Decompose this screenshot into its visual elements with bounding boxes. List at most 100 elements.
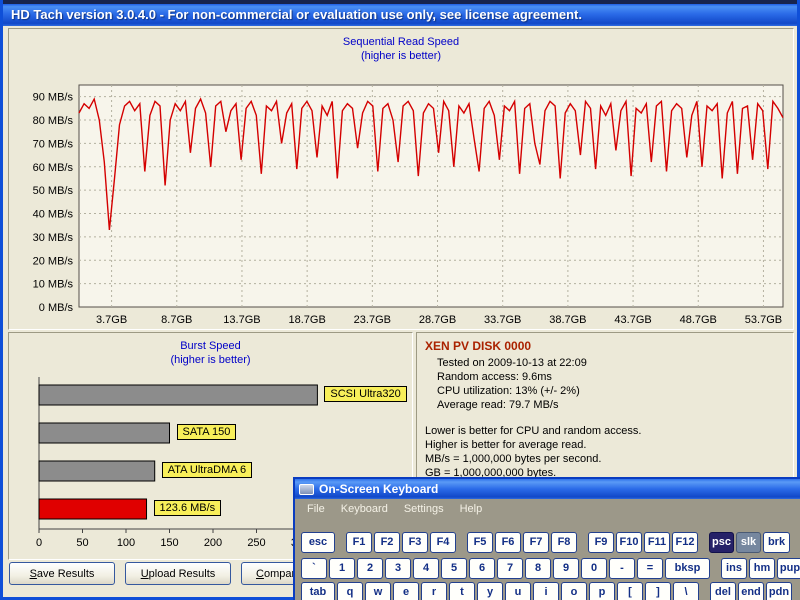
seq-x-tick-label: 33.7GB — [484, 314, 521, 326]
osk-key-F11[interactable]: F11 — [644, 532, 670, 553]
osk-key-F6[interactable]: F6 — [495, 532, 521, 553]
osk-key-F10[interactable]: F10 — [616, 532, 642, 553]
osk-key-9[interactable]: 9 — [553, 558, 579, 579]
osk-title: On-Screen Keyboard — [319, 479, 438, 499]
drive-detail-line: CPU utilization: 13% (+/- 2%) — [437, 384, 785, 398]
seq-x-tick-label: 53.7GB — [745, 314, 782, 326]
osk-key-t[interactable]: t — [449, 582, 475, 600]
seq-y-tick-label: 10 MB/s — [33, 279, 74, 291]
osk-key-][interactable]: ] — [645, 582, 671, 600]
osk-key-ins[interactable]: ins — [721, 558, 747, 579]
osk-key-=[interactable]: = — [637, 558, 663, 579]
info-note-line: Lower is better for CPU and random acces… — [425, 424, 785, 438]
osk-menu-help[interactable]: Help — [452, 501, 491, 517]
osk-key-4[interactable]: 4 — [413, 558, 439, 579]
osk-titlebar[interactable]: On-Screen Keyboard — [295, 479, 800, 499]
osk-key-esc[interactable]: esc — [301, 532, 335, 553]
osk-key-bksp[interactable]: bksp — [665, 558, 710, 579]
osk-key-F8[interactable]: F8 — [551, 532, 577, 553]
osk-key-2[interactable]: 2 — [357, 558, 383, 579]
info-note-line: MB/s = 1,000,000 bytes per second. — [425, 452, 785, 466]
hdtach-titlebar[interactable]: HD Tach version 3.0.4.0 - For non-commer… — [3, 0, 797, 26]
osk-key-F4[interactable]: F4 — [430, 532, 456, 553]
osk-key-i[interactable]: i — [533, 582, 559, 600]
seq-y-tick-label: 50 MB/s — [33, 185, 74, 197]
burst-chart-subtitle: (higher is better) — [9, 354, 412, 366]
drive-detail-line: Tested on 2009-10-13 at 22:09 — [437, 356, 785, 370]
osk-key-F9[interactable]: F9 — [588, 532, 614, 553]
osk-key-5[interactable]: 5 — [441, 558, 467, 579]
seq-plot-area — [79, 85, 783, 307]
osk-key--[interactable]: - — [609, 558, 635, 579]
burst-bar — [39, 423, 170, 443]
osk-key-tab[interactable]: tab — [301, 582, 335, 600]
osk-key-psc[interactable]: psc — [709, 532, 734, 553]
drive-detail-line: Average read: 79.7 MB/s — [437, 398, 785, 412]
sequential-read-panel: 3.7GB8.7GB13.7GB18.7GB23.7GB28.7GB33.7GB… — [8, 28, 794, 330]
burst-x-tick-label: 150 — [160, 537, 178, 549]
osk-key-F7[interactable]: F7 — [523, 532, 549, 553]
osk-key-\[interactable]: \ — [673, 582, 699, 600]
osk-key-u[interactable]: u — [505, 582, 531, 600]
drive-details: Tested on 2009-10-13 at 22:09Random acce… — [425, 356, 785, 412]
burst-x-tick-label: 50 — [76, 537, 88, 549]
keyboard-icon — [299, 484, 314, 495]
osk-key-end[interactable]: end — [738, 582, 764, 600]
save-results-button[interactable]: Save Results — [9, 562, 115, 585]
osk-menu-keyboard[interactable]: Keyboard — [333, 501, 396, 517]
osk-menubar: FileKeyboardSettingsHelp — [295, 499, 800, 518]
osk-key-F12[interactable]: F12 — [672, 532, 698, 553]
osk-key-slk[interactable]: slk — [736, 532, 761, 553]
burst-chart-title: Burst Speed — [9, 340, 412, 352]
osk-key-8[interactable]: 8 — [525, 558, 551, 579]
seq-y-tick-label: 20 MB/s — [33, 255, 74, 267]
osk-key-o[interactable]: o — [561, 582, 587, 600]
osk-key-e[interactable]: e — [393, 582, 419, 600]
seq-x-tick-label: 13.7GB — [223, 314, 260, 326]
seq-y-tick-label: 90 MB/s — [33, 92, 74, 104]
info-note-line: Higher is better for average read. — [425, 438, 785, 452]
hdtach-window-title: HD Tach version 3.0.4.0 - For non-commer… — [11, 7, 582, 22]
osk-key-7[interactable]: 7 — [497, 558, 523, 579]
osk-key-q[interactable]: q — [337, 582, 363, 600]
osk-key-p[interactable]: p — [589, 582, 615, 600]
osk-key-r[interactable]: r — [421, 582, 447, 600]
drive-notes: Lower is better for CPU and random acces… — [425, 424, 785, 480]
osk-key-pup[interactable]: pup — [777, 558, 800, 579]
osk-key-1[interactable]: 1 — [329, 558, 355, 579]
seq-x-tick-label: 48.7GB — [680, 314, 717, 326]
osk-menu-settings[interactable]: Settings — [396, 501, 452, 517]
osk-key-F3[interactable]: F3 — [402, 532, 428, 553]
osk-key-w[interactable]: w — [365, 582, 391, 600]
seq-y-tick-label: 80 MB/s — [33, 115, 74, 127]
burst-bar — [39, 461, 155, 481]
seq-x-tick-label: 38.7GB — [549, 314, 586, 326]
burst-x-tick-label: 100 — [117, 537, 135, 549]
seq-y-tick-label: 60 MB/s — [33, 162, 74, 174]
burst-bar — [39, 385, 317, 405]
osk-key-brk[interactable]: brk — [763, 532, 790, 553]
osk-key-[[interactable]: [ — [617, 582, 643, 600]
osk-menu-file[interactable]: File — [299, 501, 333, 517]
seq-x-tick-label: 3.7GB — [96, 314, 127, 326]
drive-name: XEN PV DISK 0000 — [425, 339, 785, 353]
osk-key-F5[interactable]: F5 — [467, 532, 493, 553]
osk-key-F1[interactable]: F1 — [346, 532, 372, 553]
osk-key-`[interactable]: ` — [301, 558, 327, 579]
seq-chart-title: Sequential Read Speed — [9, 36, 793, 48]
osk-key-del[interactable]: del — [710, 582, 736, 600]
osk-key-pdn[interactable]: pdn — [766, 582, 792, 600]
seq-x-tick-label: 18.7GB — [288, 314, 325, 326]
upload-results-button[interactable]: Upload Results — [125, 562, 231, 585]
osk-key-hm[interactable]: hm — [749, 558, 775, 579]
osk-key-6[interactable]: 6 — [469, 558, 495, 579]
seq-x-tick-label: 43.7GB — [614, 314, 651, 326]
burst-bar-label: SATA 150 — [177, 424, 237, 440]
osk-key-y[interactable]: y — [477, 582, 503, 600]
burst-bar-label: SCSI Ultra320 — [324, 386, 406, 402]
osk-key-3[interactable]: 3 — [385, 558, 411, 579]
osk-key-F2[interactable]: F2 — [374, 532, 400, 553]
seq-x-tick-label: 23.7GB — [354, 314, 391, 326]
osk-key-0[interactable]: 0 — [581, 558, 607, 579]
burst-bar-label: 123.6 MB/s — [154, 500, 222, 516]
